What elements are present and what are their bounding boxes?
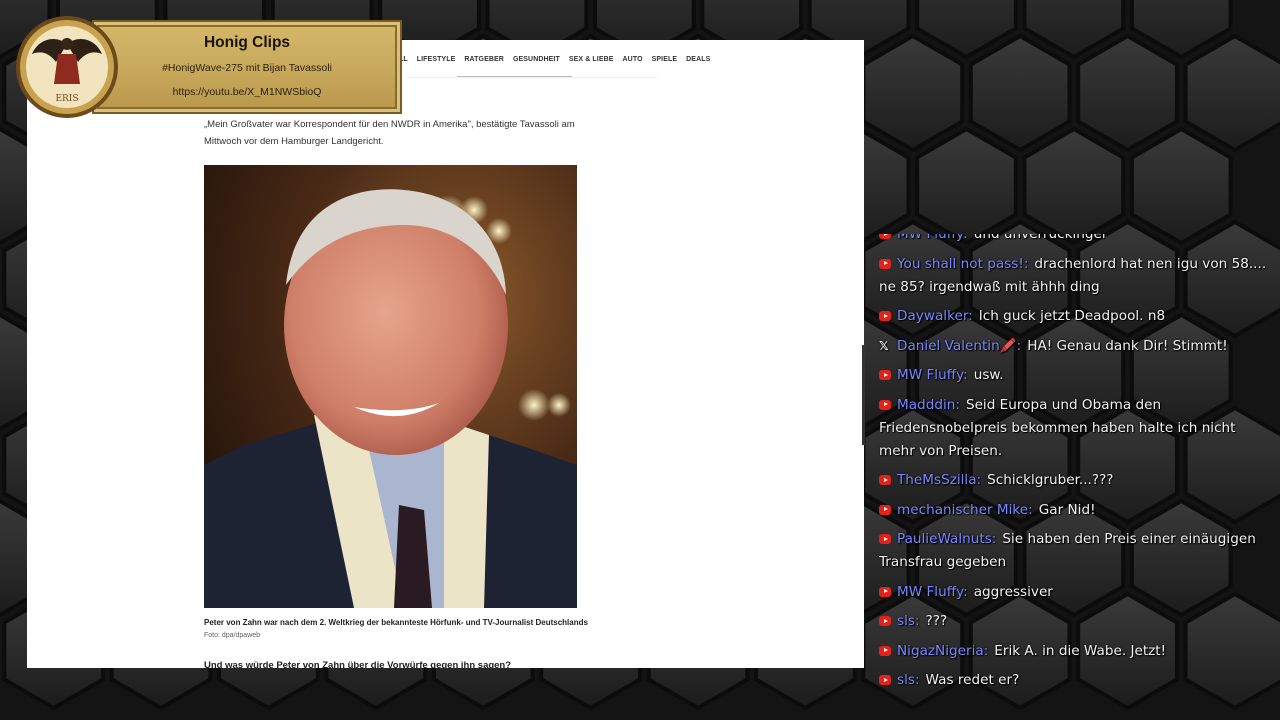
article-subheading: Und was würde Peter von Zahn über die Vo… bbox=[204, 660, 512, 668]
chat-separator: : bbox=[1016, 337, 1022, 354]
chat-separator: : bbox=[983, 642, 989, 659]
nav-item-sex-liebe[interactable]: SEX & LIEBE bbox=[569, 56, 614, 68]
live-chat: MW Fluffy: und unverrückinger You shall no… bbox=[872, 234, 1272, 720]
chat-separator: : bbox=[955, 396, 960, 413]
chat-message: MW Fluffy: aggressiver bbox=[872, 581, 1272, 604]
chat-separator: : bbox=[914, 672, 920, 688]
chat-message: Daywalker: Ich guck jetzt Deadpool. n8 bbox=[872, 305, 1272, 328]
chat-text: usw. bbox=[973, 367, 1004, 383]
chat-username[interactable]: sls bbox=[897, 613, 915, 629]
youtube-icon bbox=[879, 616, 891, 626]
chat-message: 𝕏 Daniel Valentin🖍️: HA! Genau dank Dir! S… bbox=[872, 335, 1272, 358]
chat-message: Madddin: Seid Europa und Obama den Friede… bbox=[872, 394, 1272, 463]
youtube-icon bbox=[879, 675, 891, 685]
chat-separator: : bbox=[963, 367, 968, 383]
x-platform-icon: 𝕏 bbox=[879, 338, 889, 353]
chat-username[interactable]: Daywalker bbox=[897, 308, 968, 324]
chat-separator: : bbox=[1023, 255, 1029, 272]
chat-separator: : bbox=[991, 531, 997, 547]
youtube-icon bbox=[879, 645, 891, 656]
chat-message: sls:??? bbox=[872, 610, 1272, 633]
youtube-icon bbox=[879, 234, 891, 239]
chat-message: MW Fluffy: usw. bbox=[872, 364, 1272, 387]
chat-text: ??? bbox=[925, 613, 948, 629]
chat-username[interactable]: MW Fluffy bbox=[897, 234, 963, 242]
nav-item-spiele[interactable]: SPIELE bbox=[652, 56, 678, 68]
chat-separator: : bbox=[963, 583, 968, 600]
youtube-icon bbox=[879, 258, 891, 269]
youtube-icon bbox=[879, 311, 891, 321]
chat-message: mechanischer Mike: Gar Nid! bbox=[872, 499, 1272, 522]
chat-message: TheMsSzilla: Schicklgruber...??? bbox=[872, 469, 1272, 492]
chat-username[interactable]: NigazNigeria bbox=[897, 643, 984, 659]
chat-username[interactable]: MW Fluffy bbox=[897, 367, 963, 383]
chat-message: You shall not pass!: drachenlord hat nen … bbox=[872, 253, 1272, 299]
svg-text:ERIS: ERIS bbox=[55, 94, 78, 104]
article-photo bbox=[204, 165, 577, 608]
article-page: LL LIFESTYLE RATGEBER GESUNDHEIT SEX & L… bbox=[27, 40, 864, 668]
chat-text: Ich guck jetzt Deadpool. n8 bbox=[978, 308, 1166, 324]
eris-logo: ERIS bbox=[16, 16, 118, 118]
chat-username[interactable]: You shall not pass! bbox=[897, 256, 1024, 272]
chat-username[interactable]: sls bbox=[897, 672, 915, 688]
chat-separator: : bbox=[1028, 501, 1033, 518]
nav-underline bbox=[457, 76, 572, 77]
channel-banner: Honig Clips #HonigWave-275 mit Bijan Tav… bbox=[92, 20, 402, 114]
chat-text: Erik A. in die Wabe. Jetzt! bbox=[994, 642, 1167, 659]
chat-message: NigazNigeria: Erik A. in die Wabe. Jetzt! bbox=[872, 640, 1272, 663]
chat-text: HA! Genau dank Dir! Stimmt! bbox=[1027, 337, 1228, 354]
chat-separator: : bbox=[914, 613, 920, 629]
nav-item-deals[interactable]: DEALS bbox=[686, 56, 710, 68]
chat-username[interactable]: MW Fluffy bbox=[897, 584, 963, 600]
chat-username[interactable]: Madddin bbox=[897, 397, 955, 413]
category-nav: LL LIFESTYLE RATGEBER GESUNDHEIT SEX & L… bbox=[399, 56, 710, 68]
chat-username[interactable]: PaulieWalnuts bbox=[897, 531, 992, 547]
article-quote: „Mein Großvater war Korrespondent für de… bbox=[204, 119, 575, 147]
chat-text: aggressiver bbox=[973, 583, 1053, 600]
chat-separator: : bbox=[976, 472, 982, 488]
nav-item-auto[interactable]: AUTO bbox=[623, 56, 643, 68]
chat-message: PaulieWalnuts: Sie haben den Preis einer … bbox=[872, 528, 1272, 574]
youtube-icon bbox=[879, 504, 891, 515]
youtube-icon bbox=[879, 586, 891, 597]
youtube-icon bbox=[879, 475, 891, 485]
nav-divider bbox=[407, 77, 657, 78]
chat-text: Was redet er? bbox=[925, 672, 1020, 688]
banner-url: https://youtu.be/X_M1NWSbioQ bbox=[172, 86, 322, 98]
youtube-icon bbox=[879, 370, 891, 380]
chat-text: Gar Nid! bbox=[1038, 501, 1096, 518]
nav-item-lifestyle[interactable]: LIFESTYLE bbox=[417, 56, 456, 68]
chat-text: Schicklgruber...??? bbox=[987, 472, 1114, 488]
chat-separator: : bbox=[968, 308, 973, 324]
youtube-icon bbox=[879, 534, 891, 544]
youtube-icon bbox=[879, 399, 891, 410]
nav-item-ratgeber[interactable]: RATGEBER bbox=[464, 56, 504, 68]
photo-caption: Peter von Zahn war nach dem 2. Weltkrieg… bbox=[204, 618, 588, 627]
scrollbar[interactable] bbox=[862, 345, 865, 445]
chat-separator: : bbox=[963, 234, 968, 242]
chat-username[interactable]: TheMsSzilla bbox=[897, 472, 977, 488]
banner-title: Honig Clips bbox=[203, 34, 291, 51]
chat-username[interactable]: Daniel Valentin🖍️ bbox=[897, 338, 1017, 354]
nav-item-gesundheit[interactable]: GESUNDHEIT bbox=[513, 56, 560, 68]
chat-username[interactable]: mechanischer Mike bbox=[897, 502, 1028, 518]
banner-subtitle: #HonigWave-275 mit Bijan Tavassoli bbox=[162, 62, 332, 74]
chat-message: MW Fluffy: und unverrückinger bbox=[872, 234, 1272, 246]
chat-message: sls: Was redet er? bbox=[872, 669, 1272, 692]
photo-credit: Foto: dpa/dpaweb bbox=[204, 632, 261, 639]
chat-text: und unverrückinger bbox=[973, 234, 1108, 242]
